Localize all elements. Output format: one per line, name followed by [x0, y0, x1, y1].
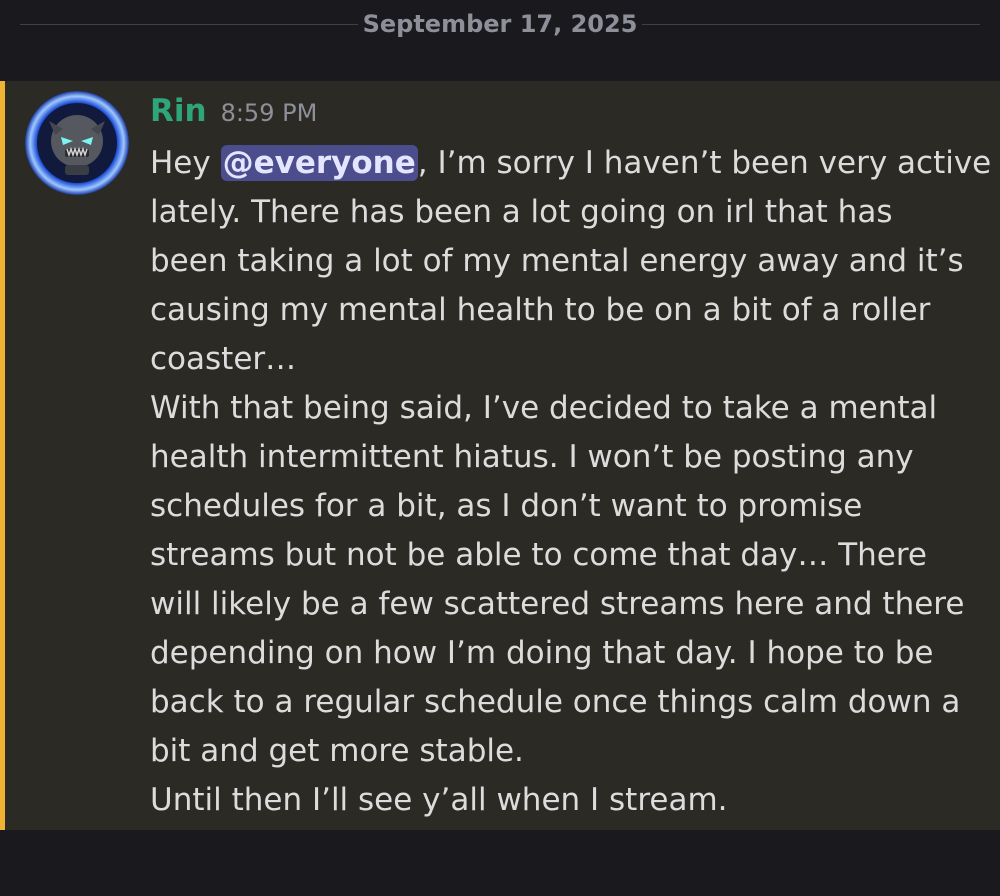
divider-line-right [642, 24, 980, 25]
message-line: Hey @everyone, I’m sorry I haven’t been … [150, 139, 991, 188]
avatar[interactable] [25, 91, 129, 195]
message-line: coaster… [150, 341, 297, 377]
message-content: Hey @everyone, I’m sorry I haven’t been … [150, 139, 991, 825]
message-line: Until then I’ll see y’all when I stream. [150, 782, 728, 818]
timestamp[interactable]: 8:59 PM [221, 99, 318, 127]
username[interactable]: Rin [150, 93, 207, 129]
message-line: depending on how I’m doing that day. I h… [150, 635, 934, 671]
message-text: , I’m sorry I haven’t been very active [417, 145, 992, 181]
avatar-image [25, 91, 129, 195]
message-line: schedules for a bit, as I don’t want to … [150, 488, 863, 524]
message-header: Rin 8:59 PM [150, 93, 317, 133]
message-line: health intermittent hiatus. I won’t be p… [150, 439, 914, 475]
message-line: With that being said, I’ve decided to ta… [150, 390, 938, 426]
divider-line-left [20, 24, 358, 25]
message-line: bit and get more stable. [150, 733, 524, 769]
date-divider-label: September 17, 2025 [362, 10, 638, 38]
everyone-mention[interactable]: @everyone [220, 145, 418, 181]
message-text: Hey [150, 145, 221, 181]
message-line: will likely be a few scattered streams h… [150, 586, 965, 622]
chat-view: September 17, 2025 Rin 8:59 PM Hey @ever… [0, 0, 1000, 896]
message-line: been taking a lot of my mental energy aw… [150, 243, 964, 279]
message-line: streams but not be able to come that day… [150, 537, 927, 573]
message-line: back to a regular schedule once things c… [150, 684, 961, 720]
message-line: causing my mental health to be on a bit … [150, 292, 931, 328]
date-divider: September 17, 2025 [0, 0, 1000, 52]
message-line: lately. There has been a lot going on ir… [150, 194, 893, 230]
highlighted-message[interactable]: Rin 8:59 PM Hey @everyone, I’m sorry I ha… [0, 81, 1000, 830]
